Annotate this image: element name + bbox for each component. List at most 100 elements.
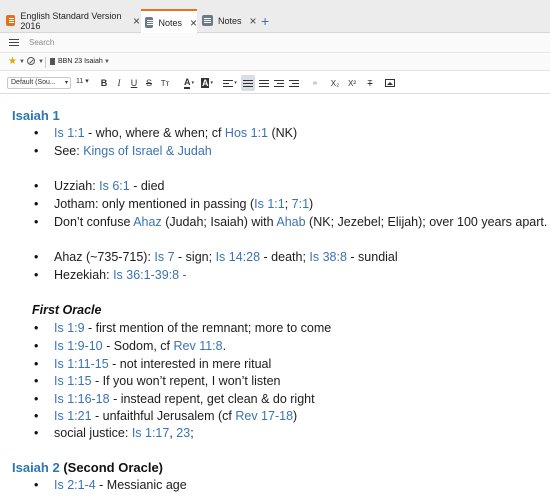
list-item: Hezekiah: Is 36:1-39:8 - bbox=[34, 268, 187, 282]
clear-format-icon[interactable]: T bbox=[364, 75, 376, 91]
align-icon[interactable]: ▾ bbox=[222, 75, 238, 91]
tab-label: Notes bbox=[218, 15, 242, 26]
image-icon[interactable] bbox=[384, 75, 396, 91]
italic-icon[interactable]: I bbox=[114, 75, 124, 91]
topic-link[interactable]: Ahaz bbox=[133, 215, 162, 229]
chevron-down-icon[interactable]: ▼ bbox=[104, 59, 110, 65]
list-item: Is 1:15 - If you won’t repent, I won’t l… bbox=[34, 374, 280, 388]
verse-link[interactable]: Is 1:17 bbox=[132, 426, 170, 440]
text: - sundial bbox=[346, 250, 398, 264]
text: - who, where & when; cf bbox=[84, 126, 225, 140]
topic-link[interactable]: Ahab bbox=[276, 215, 305, 229]
font-select[interactable]: Default (Sou... ▾ bbox=[7, 77, 71, 89]
font-size-select[interactable]: 11 ▾ bbox=[76, 77, 89, 85]
tab-label: English Standard Version 2016 bbox=[20, 10, 122, 31]
verse-link[interactable]: Is 1:9 bbox=[54, 321, 85, 335]
text-color-icon[interactable]: A ▾ bbox=[182, 75, 196, 91]
text: Don’t confuse bbox=[54, 215, 134, 229]
underline-icon[interactable]: U bbox=[129, 75, 139, 91]
verse-link[interactable]: Is 14:28 bbox=[216, 250, 260, 264]
new-tab-plus-icon[interactable]: + bbox=[261, 13, 269, 29]
verse-link[interactable]: Is 1:21 bbox=[54, 409, 92, 423]
font-size-value: 11 bbox=[76, 78, 84, 85]
list-item: Is 2:1-4 - Messianic age bbox=[34, 478, 187, 492]
verse-link[interactable]: Is 6:1 bbox=[99, 179, 130, 193]
close-icon[interactable]: × bbox=[190, 17, 197, 29]
subscript-icon[interactable]: X₂ bbox=[328, 75, 342, 91]
text: Hezekiah: bbox=[54, 268, 114, 282]
no-entry-icon[interactable] bbox=[27, 57, 35, 65]
verse-link[interactable]: 23 bbox=[176, 426, 190, 440]
text: - not interested in mere ritual bbox=[108, 357, 272, 371]
chevron-down-icon[interactable]: ▼ bbox=[38, 59, 44, 65]
verse-link[interactable]: Rev 11:8 bbox=[174, 339, 223, 353]
close-icon[interactable]: × bbox=[250, 15, 257, 27]
tab-bar: English Standard Version 2016 × Notes × … bbox=[0, 0, 550, 34]
format-toolbar: Default (Sou... ▾ 11 ▾ B I U S Tт A ▾ A ▾ … bbox=[0, 72, 550, 94]
list-item: social justice: Is 1:17, 23; bbox=[34, 426, 194, 440]
font-select-value: Default (Sou... bbox=[11, 79, 56, 86]
text: Jotham: only mentioned in passing ( bbox=[54, 197, 255, 211]
notebook-name[interactable]: BBN 23 Isaiah bbox=[58, 58, 103, 65]
tab-bible[interactable]: English Standard Version 2016 × bbox=[6, 8, 140, 33]
text: - sign; bbox=[174, 250, 216, 264]
heading-text: Isaiah 2 bbox=[12, 460, 60, 475]
text: - Messianic age bbox=[95, 478, 187, 492]
text: - Sodom, cf bbox=[102, 339, 174, 353]
verse-link[interactable]: Is 38:8 bbox=[309, 250, 347, 264]
text: See: bbox=[54, 144, 84, 158]
text: . bbox=[222, 339, 227, 353]
numbered-list-icon[interactable] bbox=[258, 75, 270, 91]
text: ) bbox=[309, 197, 314, 211]
superscript-icon[interactable]: X² bbox=[345, 75, 359, 91]
star-icon[interactable]: ★ bbox=[8, 56, 17, 67]
text: ) bbox=[293, 409, 298, 423]
verse-link[interactable]: Is 1:9-10 bbox=[54, 339, 103, 353]
verse-link[interactable]: Hos 1:1 bbox=[225, 126, 268, 140]
bullet-list-icon[interactable] bbox=[241, 75, 255, 91]
tab-notes[interactable]: Notes × bbox=[200, 8, 258, 33]
verse-link[interactable]: Is 1:15 bbox=[54, 374, 92, 388]
list-item: Is 1:1 - who, where & when; cf Hos 1:1 (… bbox=[34, 126, 297, 140]
text: (NK; Jezebel; Elijah); over 100 years ap… bbox=[305, 215, 548, 229]
text: social justice: bbox=[54, 426, 132, 440]
notes-toolbar: ★ ▼ ▼ BBN 23 Isaiah ▼ bbox=[0, 54, 550, 71]
verse-link[interactable]: - bbox=[179, 268, 187, 282]
text: - instead repent, get clean & do right bbox=[109, 392, 315, 406]
tab-label: Notes bbox=[158, 17, 182, 28]
verse-link[interactable]: Rev 17-18 bbox=[235, 409, 293, 423]
verse-link[interactable]: 7:1 bbox=[292, 197, 309, 211]
verse-link[interactable]: Is 1:16-18 bbox=[54, 392, 110, 406]
menu-icon[interactable] bbox=[9, 39, 19, 40]
indent-icon[interactable] bbox=[288, 75, 300, 91]
outdent-icon[interactable] bbox=[273, 75, 285, 91]
verse-link[interactable]: Is 2:1-4 bbox=[54, 478, 96, 492]
heading-isaiah-1[interactable]: Isaiah 1 bbox=[12, 108, 60, 123]
text: - death; bbox=[260, 250, 310, 264]
link-icon[interactable]: ⚭ bbox=[309, 75, 321, 91]
verse-link[interactable]: Is 7 bbox=[154, 250, 174, 264]
text-case-icon[interactable]: Tт bbox=[158, 75, 172, 91]
list-item: Is 1:16-18 - instead repent, get clean &… bbox=[34, 392, 315, 406]
subheading-first-oracle[interactable]: First Oracle bbox=[32, 303, 101, 317]
topic-link[interactable]: Kings of Israel & Judah bbox=[83, 144, 212, 158]
list-item: Uzziah: Is 6:1 - died bbox=[34, 179, 165, 193]
heading-isaiah-2[interactable]: Isaiah 2 (Second Oracle) bbox=[12, 460, 163, 475]
verse-link[interactable]: Is 1:1 bbox=[54, 126, 85, 140]
strikethrough-icon[interactable]: S bbox=[144, 75, 154, 91]
close-icon[interactable]: × bbox=[133, 15, 140, 27]
list-item: Jotham: only mentioned in passing (Is 1:… bbox=[34, 197, 314, 211]
verse-link[interactable]: Is 36:1-39:8 bbox=[113, 268, 179, 282]
text: Uzziah: bbox=[54, 179, 100, 193]
verse-link[interactable]: Is 1:1 bbox=[254, 197, 285, 211]
list-item: Is 1:9-10 - Sodom, cf Rev 11:8. bbox=[34, 339, 227, 353]
bold-icon[interactable]: B bbox=[99, 75, 109, 91]
tab-notes-active[interactable]: Notes × bbox=[141, 9, 197, 34]
note-document[interactable]: Isaiah 1 Is 1:1 - who, where & when; cf … bbox=[0, 95, 550, 498]
heading-subtitle: (Second Oracle) bbox=[59, 460, 164, 475]
verse-link[interactable]: Is 1:11-15 bbox=[54, 357, 109, 371]
highlight-color-icon[interactable]: A ▾ bbox=[199, 75, 215, 91]
chevron-down-icon[interactable]: ▼ bbox=[19, 59, 25, 65]
search-input[interactable]: Search bbox=[29, 38, 54, 47]
notes-icon bbox=[202, 15, 213, 26]
